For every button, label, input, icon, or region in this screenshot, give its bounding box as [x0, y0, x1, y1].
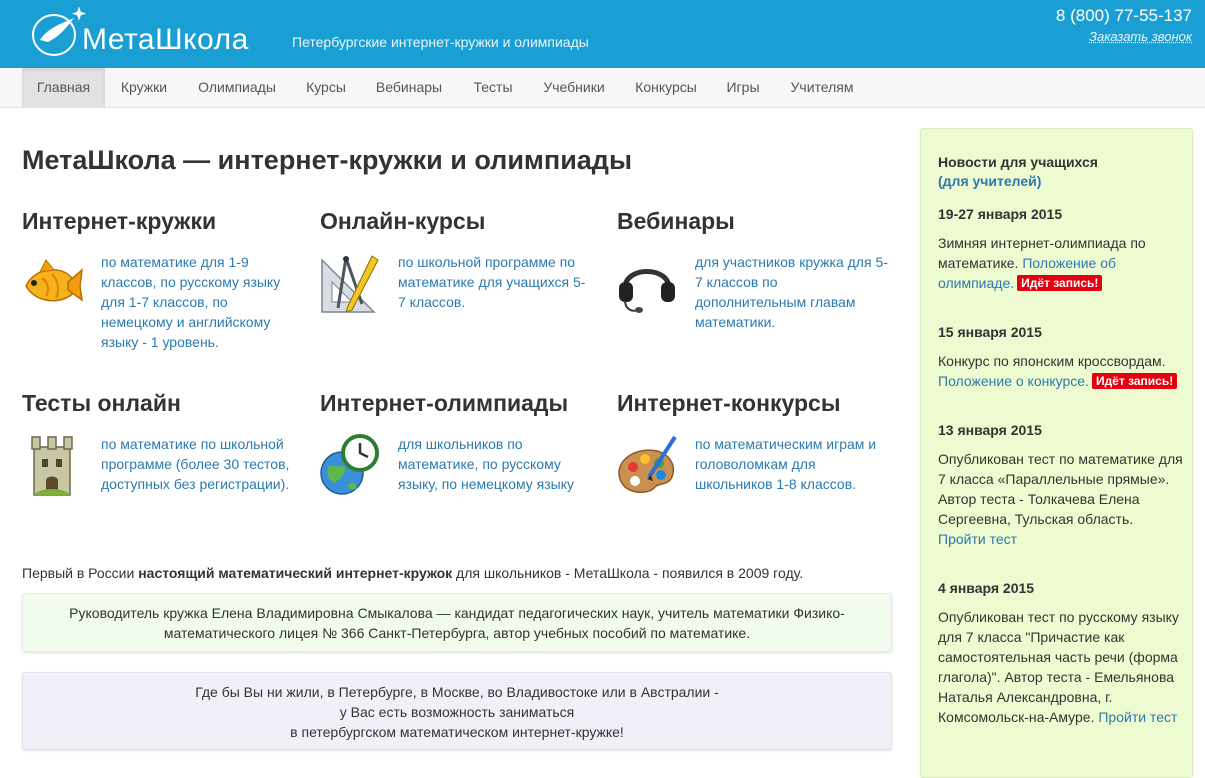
section-title-olympiads[interactable]: Интернет-олимпиады [320, 390, 568, 417]
section-title-courses[interactable]: Онлайн-курсы [320, 208, 485, 235]
section-desc-tests[interactable]: по математике по школьной программе (бол… [101, 434, 301, 494]
page-title: МетаШкола — интернет-кружки и олимпиады [22, 145, 633, 175]
section-title-clubs[interactable]: Интернет-кружки [22, 208, 216, 235]
site-tagline: Петербургские интернет-кружки и олимпиад… [292, 34, 589, 50]
dove-icon [32, 6, 87, 56]
news-item: Конкурс по японским кроссвордам. Положен… [938, 351, 1183, 391]
nav-item-olympiads[interactable]: Олимпиады [183, 68, 291, 107]
news-item-link[interactable]: Пройти тест [1098, 709, 1177, 725]
palette-icon[interactable] [615, 433, 679, 497]
section-desc-webinars[interactable]: для участников кружка для 5-7 классов по… [695, 252, 890, 332]
nav-item-contests[interactable]: Конкурсы [620, 68, 712, 107]
section-desc-olympiads[interactable]: для школьников по математике, по русском… [398, 434, 593, 494]
promo-box: Где бы Вы ни жили, в Петербурге, в Москв… [22, 672, 892, 750]
promo-line: у Вас есть возможность заниматься [339, 704, 575, 720]
castle-tower-icon[interactable] [20, 433, 84, 497]
news-item: Опубликован тест по русскому языку для 7… [938, 607, 1183, 727]
news-date: 13 января 2015 [938, 422, 1042, 438]
leader-info-line: математического лицея № 366 Санкт-Петерб… [163, 625, 751, 641]
leader-info-box: Руководитель кружка Елена Владимировна С… [22, 593, 892, 652]
news-sidebar: Новости для учащихся (для учителей) 19-2… [920, 128, 1193, 778]
drafting-tools-icon[interactable] [318, 252, 382, 316]
nav-item-webinars[interactable]: Вебинары [361, 68, 457, 107]
news-item: Опубликован тест по математике для 7 кла… [938, 449, 1183, 549]
fish-icon[interactable] [20, 252, 84, 316]
news-item-text: Конкурс по японским кроссвордам. [938, 353, 1166, 369]
nav-item-games[interactable]: Игры [713, 68, 773, 107]
phone-number: 8 (800) 77-55-137 [1055, 6, 1192, 25]
intro-text-post: для школьников - МетаШкола - появился в … [452, 565, 804, 581]
logo-text: МетаШкола [82, 23, 249, 56]
enrollment-open-badge: Идёт запись! [1017, 275, 1103, 291]
nav-item-teachers[interactable]: Учителям [774, 68, 870, 107]
news-date: 4 января 2015 [938, 580, 1035, 596]
news-item-text: Опубликован тест по математике для 7 кла… [938, 451, 1183, 527]
nav-item-home[interactable]: Главная [22, 68, 105, 107]
news-item-link[interactable]: Положение о конкурсе. [938, 373, 1089, 389]
nav-item-tests[interactable]: Тесты [458, 68, 528, 107]
leader-info-line: Руководитель кружка Елена Владимировна С… [69, 605, 845, 621]
headset-icon[interactable] [615, 252, 679, 316]
section-title-contests[interactable]: Интернет-конкурсы [617, 390, 840, 417]
news-item-text: Опубликован тест по русскому языку для 7… [938, 609, 1179, 725]
news-date: 15 января 2015 [938, 324, 1042, 340]
news-date: 19-27 января 2015 [938, 206, 1063, 222]
enrollment-open-badge: Идёт запись! [1091, 373, 1178, 389]
nav-item-courses[interactable]: Курсы [292, 68, 360, 107]
news-item: Зимняя интернет-олимпиада по математике.… [938, 233, 1183, 293]
nav-item-clubs[interactable]: Кружки [106, 68, 182, 107]
section-desc-clubs[interactable]: по математике для 1-9 классов, по русско… [101, 252, 296, 352]
news-heading: Новости для учащихся [938, 154, 1098, 170]
promo-line: в петербургском математическом интернет-… [290, 724, 624, 740]
site-logo[interactable]: МетаШкола [30, 6, 260, 58]
news-item-link[interactable]: Пройти тест [938, 531, 1017, 547]
section-title-tests[interactable]: Тесты онлайн [22, 390, 181, 417]
nav-item-textbooks[interactable]: Учебники [529, 68, 619, 107]
callback-link[interactable]: Заказать звонок [1089, 29, 1192, 44]
globe-clock-icon[interactable] [318, 433, 382, 497]
site-header: МетаШкола Петербургские интернет-кружки … [0, 0, 1205, 68]
intro-text-pre: Первый в России [22, 565, 139, 581]
section-title-webinars[interactable]: Вебинары [617, 208, 735, 235]
section-desc-courses[interactable]: по школьной программе по математике для … [398, 252, 593, 312]
main-nav: Главная Кружки Олимпиады Курсы Вебинары … [0, 68, 1205, 108]
news-for-teachers-link[interactable]: (для учителей) [938, 173, 1041, 189]
promo-line: Где бы Вы ни жили, в Петербурге, в Москв… [195, 684, 719, 700]
intro-text-bold: настоящий математический интернет-кружок [138, 565, 453, 581]
intro-text: Первый в России настоящий математический… [22, 565, 803, 581]
section-desc-contests[interactable]: по математическим играм и головоломкам д… [695, 434, 890, 494]
